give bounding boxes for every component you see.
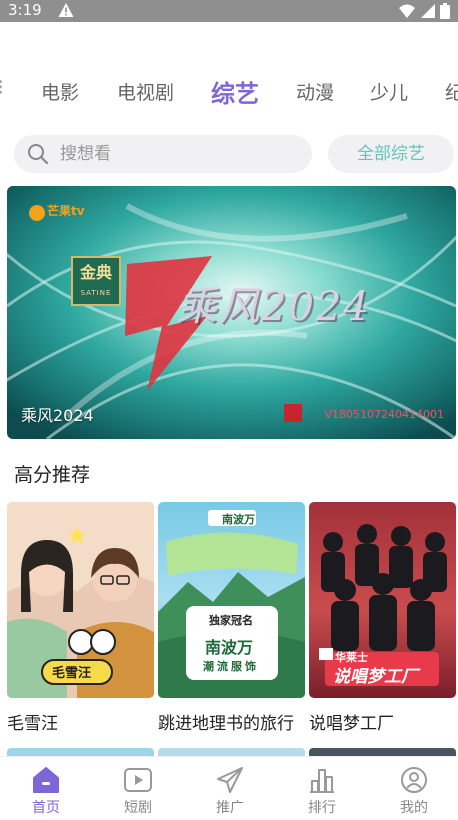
all-variety-button[interactable]: 全部综艺 xyxy=(328,135,454,173)
card-title: 毛雪汪 xyxy=(7,714,58,734)
tab-tv-series[interactable]: 电视剧 xyxy=(117,78,174,105)
nav-promote[interactable]: 推广 xyxy=(184,757,276,820)
bottom-nav: 首页 短剧 推广 排行 我的 xyxy=(0,756,458,820)
user-icon xyxy=(401,767,427,793)
tab-movie[interactable]: 电影 xyxy=(41,78,79,105)
card-title: 说唱梦工厂 xyxy=(309,714,394,734)
nav-label: 首页 xyxy=(32,800,60,816)
search-input[interactable] xyxy=(60,135,300,173)
signal-icon xyxy=(421,4,435,18)
tab-kids[interactable]: 少儿 xyxy=(370,78,408,105)
show-card[interactable]: 南波万 独家冠名 南波万 潮流服饰 跳进地理书的旅行 xyxy=(158,502,305,734)
battery-icon xyxy=(440,3,450,19)
thumb-brand: 南波万 xyxy=(222,513,255,526)
tab-variety[interactable]: 综艺 xyxy=(211,74,259,109)
mango-logo-icon xyxy=(29,205,45,221)
featured-banner[interactable]: 芒果tv 金典 SATINE 乘风2024 乘风2024 V1805107240… xyxy=(7,186,456,439)
tab-partial-right[interactable]: 纪 xyxy=(445,78,458,105)
status-bar: 3:19 xyxy=(0,0,458,22)
banner-caption: 乘风2024 xyxy=(21,406,94,425)
tab-anime[interactable]: 动漫 xyxy=(296,78,334,105)
status-icons xyxy=(398,3,450,19)
bar-chart-icon xyxy=(310,769,334,793)
paper-plane-icon xyxy=(217,767,243,793)
category-tabs: ⠇ 电影 电视剧 综艺 动漫 少儿 纪 xyxy=(0,62,458,122)
thumb-badge: 独家冠名 xyxy=(209,614,253,627)
show-logo: 乘风2024 xyxy=(177,284,371,330)
banner-code: V1805107240414001 xyxy=(324,408,444,421)
sponsor-logo: 金典 SATINE xyxy=(71,256,121,306)
status-time: 3:19 xyxy=(8,1,42,19)
thumb-logo: 说唱梦工厂 xyxy=(333,667,418,687)
nav-home[interactable]: 首页 xyxy=(0,757,92,820)
home-icon xyxy=(33,767,59,793)
card-title: 跳进地理书的旅行 xyxy=(158,714,294,734)
channel-logo: 芒果tv xyxy=(47,204,85,218)
rating-stamp-icon xyxy=(284,404,302,422)
nav-mine[interactable]: 我的 xyxy=(368,757,458,820)
search-icon xyxy=(28,144,49,165)
card-thumbnail: 南波万 独家冠名 南波万 潮流服饰 xyxy=(158,502,305,698)
card-thumbnail: 毛雪汪 xyxy=(7,502,154,698)
nav-ranking[interactable]: 排行 xyxy=(276,757,368,820)
tab-partial-left[interactable]: ⠇ xyxy=(0,78,10,100)
warning-icon xyxy=(58,3,74,17)
thumb-logo: 毛雪汪 xyxy=(52,666,92,681)
nav-label: 推广 xyxy=(216,800,244,816)
wifi-icon xyxy=(399,4,415,18)
nav-label: 我的 xyxy=(400,800,428,816)
thumb-sponsor-sub: 潮流服饰 xyxy=(203,660,259,673)
card-thumbnail: 华莱士 说唱梦工厂 xyxy=(309,502,456,698)
show-card[interactable]: 华莱士 说唱梦工厂 说唱梦工厂 xyxy=(309,502,456,734)
show-card[interactable]: 毛雪汪 毛雪汪 xyxy=(7,502,154,734)
thumb-sponsor: 南波万 xyxy=(205,638,254,657)
nav-short-drama[interactable]: 短剧 xyxy=(92,757,184,820)
nav-label: 排行 xyxy=(308,800,336,816)
search-box[interactable] xyxy=(14,135,312,173)
section-title: 高分推荐 xyxy=(14,464,91,486)
play-icon xyxy=(124,768,152,792)
nav-label: 短剧 xyxy=(124,800,152,816)
